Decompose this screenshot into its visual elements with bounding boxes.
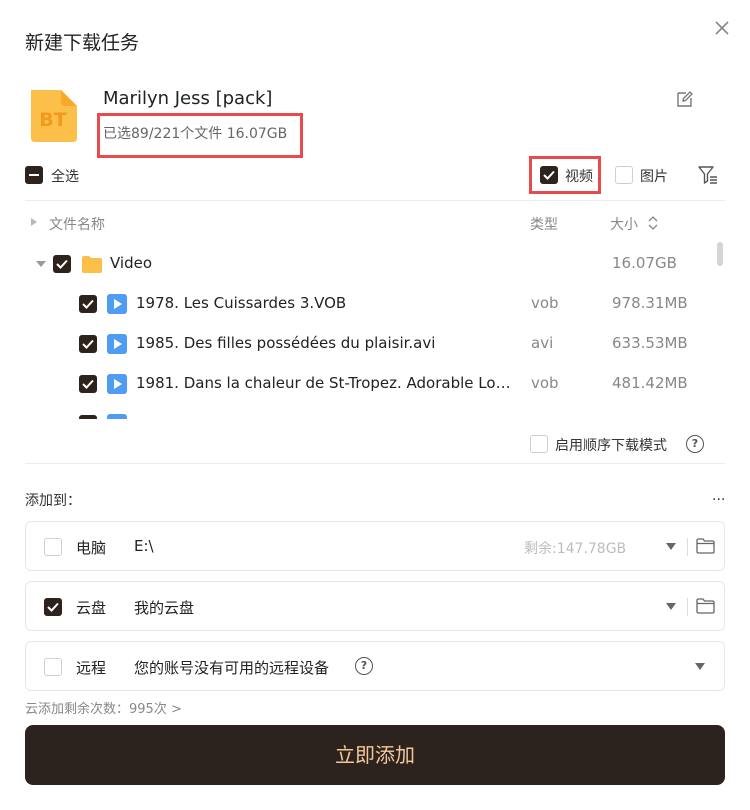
help-icon[interactable]: ? — [686, 435, 704, 453]
divider — [687, 598, 688, 616]
folder-icon[interactable] — [696, 598, 715, 614]
selection-summary: 已选89/221个文件 16.07GB — [103, 126, 288, 142]
divider — [687, 538, 688, 556]
file-name: 1985. Des filles possédées du plaisir.av… — [136, 334, 436, 352]
filter-icon[interactable] — [697, 164, 719, 186]
folder-name: Video — [110, 254, 153, 272]
sequential-download-checkbox[interactable] — [530, 435, 548, 453]
file-video-icon — [107, 414, 127, 419]
expand-all-icon[interactable] — [31, 218, 37, 226]
sequential-download-label[interactable]: 启用顺序下载模式 — [555, 435, 667, 455]
bt-icon-text: BT — [39, 109, 66, 131]
folder-checkbox[interactable] — [53, 255, 71, 273]
file-video-icon — [107, 294, 127, 314]
video-filter-checkbox[interactable] — [540, 166, 558, 184]
file-row-partial[interactable] — [25, 404, 725, 419]
divider — [25, 463, 725, 464]
folder-size: 16.07GB — [612, 254, 677, 272]
destination-cloud[interactable]: 云盘 我的云盘 — [25, 581, 725, 631]
file-type: avi — [531, 334, 554, 352]
file-size: 481.42MB — [612, 374, 688, 392]
more-options-button[interactable]: ... — [712, 488, 725, 504]
chevron-down-icon[interactable] — [666, 603, 676, 610]
chevron-down-icon[interactable] — [666, 543, 676, 550]
select-all-label[interactable]: 全选 — [51, 166, 79, 186]
destination-remote-name: 远程 — [76, 659, 107, 677]
column-type-header[interactable]: 类型 — [530, 214, 558, 234]
destination-cloud-checkbox[interactable] — [44, 598, 62, 616]
folder-icon — [82, 256, 102, 273]
file-checkbox[interactable] — [79, 335, 97, 353]
destination-pc-checkbox[interactable] — [44, 538, 62, 556]
file-row[interactable]: 1981. Dans la chaleur de St-Tropez. Ador… — [25, 364, 725, 404]
destination-cloud-path[interactable]: 我的云盘 — [134, 597, 194, 618]
file-row[interactable]: 1978. Les Cuissardes 3.VOB vob 978.31MB — [25, 284, 725, 324]
select-all-checkbox[interactable] — [25, 166, 43, 184]
file-size: 978.31MB — [612, 294, 688, 312]
collapse-icon[interactable] — [36, 261, 46, 267]
destination-pc-path[interactable]: E:\ — [134, 537, 154, 555]
file-type: vob — [531, 374, 559, 392]
chevron-down-icon[interactable] — [695, 663, 705, 670]
add-now-button[interactable]: 立即添加 — [25, 725, 725, 785]
folder-icon[interactable] — [696, 538, 715, 554]
bt-file-icon: BT — [31, 90, 77, 142]
edit-icon[interactable] — [675, 89, 695, 109]
file-video-icon — [107, 374, 127, 394]
file-list: Video 16.07GB 1978. Les Cuissardes 3.VOB… — [25, 244, 725, 419]
video-filter-label[interactable]: 视频 — [565, 166, 593, 186]
folder-row[interactable]: Video 16.07GB — [25, 244, 725, 284]
close-icon[interactable] — [712, 18, 732, 38]
help-icon[interactable]: ? — [355, 657, 373, 675]
dialog-title: 新建下载任务 — [25, 32, 140, 54]
file-size: 633.53MB — [612, 334, 688, 352]
column-name-header[interactable]: 文件名称 — [49, 214, 105, 234]
file-checkbox[interactable] — [79, 295, 97, 313]
cloud-add-quota-link[interactable]: 云添加剩余次数：995次 > — [25, 698, 182, 717]
add-to-label: 添加到： — [25, 493, 81, 509]
file-checkbox[interactable] — [79, 415, 97, 419]
task-name: Marilyn Jess [pack] — [103, 88, 273, 109]
destination-remote-path: 您的账号没有可用的远程设备 — [134, 659, 330, 677]
file-name: 1978. Les Cuissardes 3.VOB — [136, 294, 347, 312]
new-download-dialog: 新建下载任务 BT Marilyn Jess [pack] 已选89/221个文… — [0, 0, 750, 810]
file-list-scrollbar[interactable] — [717, 242, 723, 266]
destination-pc-name: 电脑 — [76, 539, 107, 557]
file-type: vob — [531, 294, 559, 312]
file-video-icon — [107, 334, 127, 354]
divider — [25, 200, 725, 201]
destination-remote[interactable]: 远程 您的账号没有可用的远程设备 ? — [25, 641, 725, 691]
file-name: 1981. Dans la chaleur de St-Tropez. Ador… — [136, 374, 511, 392]
file-row[interactable]: 1985. Des filles possédées du plaisir.av… — [25, 324, 725, 364]
sort-icon[interactable] — [647, 214, 659, 232]
image-filter-label[interactable]: 图片 — [640, 166, 668, 186]
file-checkbox[interactable] — [79, 375, 97, 393]
column-size-header[interactable]: 大小 — [610, 214, 638, 234]
destination-cloud-name: 云盘 — [76, 599, 107, 617]
destination-remote-checkbox[interactable] — [44, 658, 62, 676]
destination-pc[interactable]: 电脑 E:\ 剩余:147.78GB — [25, 521, 725, 571]
image-filter-checkbox[interactable] — [615, 166, 633, 184]
destination-pc-remaining: 剩余:147.78GB — [524, 541, 627, 557]
